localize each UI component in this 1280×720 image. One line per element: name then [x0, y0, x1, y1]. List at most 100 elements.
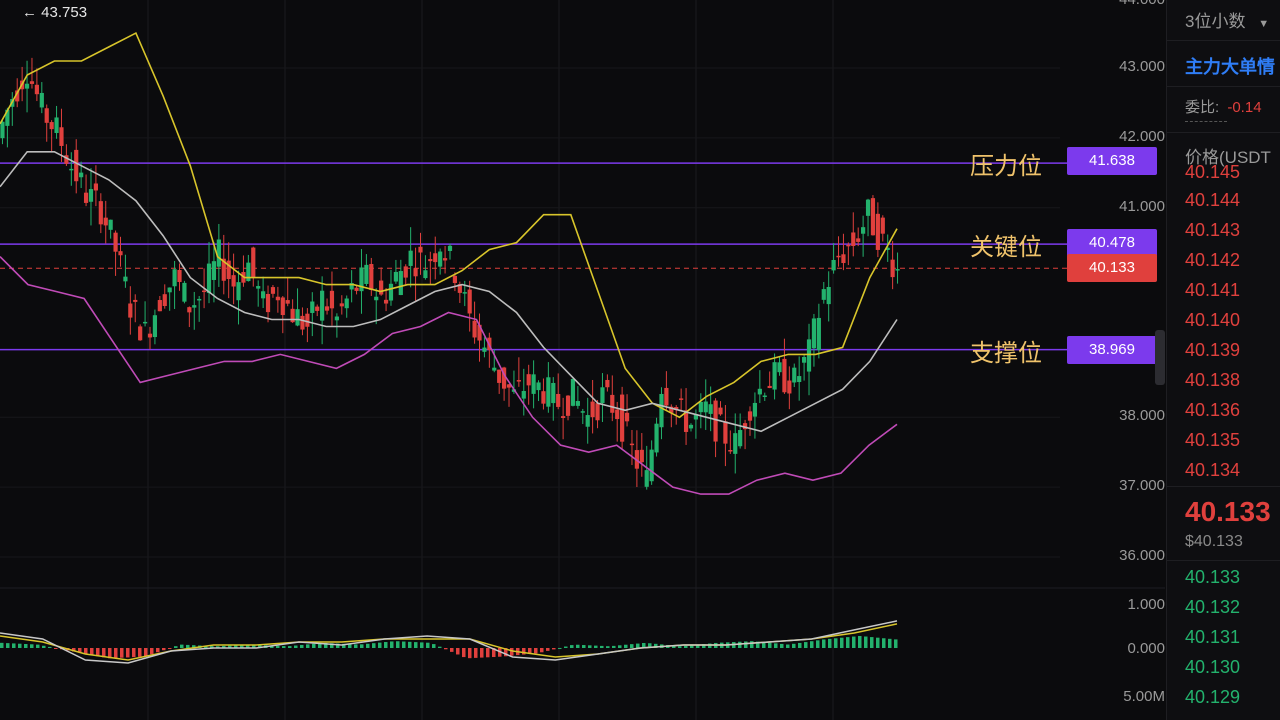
candle-body [575, 401, 580, 406]
order-ratio: 委比: -0.14 [1185, 96, 1262, 117]
candle-body [201, 290, 207, 293]
y-tick-37: 37.000 [1119, 477, 1165, 494]
candle-body [93, 183, 99, 191]
candle-body [895, 269, 900, 271]
macd-histogram-bar [420, 642, 424, 648]
macd-histogram-bar [468, 648, 472, 659]
macd-histogram-bar [162, 648, 166, 651]
candle-body [182, 282, 187, 302]
macd-tick-0: 0.000 [1127, 640, 1165, 657]
macd-histogram-bar [378, 642, 382, 648]
candle-body [438, 251, 443, 267]
order-ratio-label: 委比: [1185, 99, 1220, 116]
candle-body [747, 411, 753, 421]
y-tick-44: 44.000 [1065, 0, 1165, 8]
macd-histogram-bar [552, 648, 556, 650]
dotted-underline [1185, 121, 1227, 122]
macd-histogram-bar [858, 635, 862, 648]
ask-price[interactable]: 40.135 [1185, 430, 1240, 451]
macd-histogram-bar [522, 648, 526, 655]
macd-histogram-bar [774, 643, 778, 648]
ask-price[interactable]: 40.142 [1185, 250, 1240, 271]
candle-body [128, 303, 133, 318]
ask-price[interactable]: 40.140 [1185, 310, 1240, 331]
candle-body [757, 388, 762, 395]
candle-body [428, 259, 433, 262]
macd-histogram-bar [300, 644, 304, 648]
price-chart[interactable]: ← 43.753 44.000 43.000 42.000 41.000 38.… [0, 0, 1165, 720]
candle-body [29, 81, 35, 84]
panel-collapse-handle[interactable] [1155, 330, 1165, 385]
y-tick-42: 42.000 [1119, 128, 1165, 145]
support-level-tag: 38.969 [1067, 336, 1157, 364]
candle-body [600, 387, 605, 404]
macd-histogram-bar [396, 641, 400, 648]
key-level-name: 关键位 [970, 233, 1042, 261]
candle-body [797, 376, 802, 383]
candle-body [787, 380, 792, 394]
macd-histogram-bar [0, 642, 4, 648]
candle-body [541, 391, 546, 404]
candle-body [197, 298, 202, 301]
macd-histogram-bar [432, 644, 436, 648]
candle-body [610, 394, 615, 413]
candle-body [792, 367, 797, 383]
main-order-tab[interactable]: 主力大单情 [1185, 53, 1275, 79]
ask-price[interactable]: 40.143 [1185, 220, 1240, 241]
key-level-tag: 40.478 [1067, 229, 1157, 257]
macd-histogram-bar [852, 636, 856, 648]
candle-body [172, 269, 177, 287]
candle-body [157, 300, 162, 312]
macd-histogram-bar [54, 648, 58, 649]
candle-body [261, 291, 266, 299]
last-price-usd: $40.133 [1185, 533, 1243, 550]
macd-histogram-bar [486, 648, 490, 658]
macd-histogram-bar [864, 636, 868, 648]
ask-price[interactable]: 40.134 [1185, 460, 1240, 481]
ask-price[interactable]: 40.138 [1185, 370, 1240, 391]
candle-body [551, 382, 556, 404]
candle-body [251, 247, 256, 278]
candle-body [0, 121, 5, 139]
candle-body [442, 258, 448, 261]
macd-tick-1: 1.000 [1127, 596, 1165, 613]
macd-histogram-bar [618, 645, 622, 648]
precision-selector[interactable]: 3位小数 ▼ [1185, 7, 1269, 32]
macd-histogram-bar [582, 645, 586, 648]
ask-price[interactable]: 40.141 [1185, 280, 1240, 301]
ask-price[interactable]: 40.139 [1185, 340, 1240, 361]
candle-body [265, 293, 271, 313]
ask-price[interactable]: 40.144 [1185, 190, 1240, 211]
macd-histogram-bar [312, 643, 316, 648]
candle-body [403, 266, 408, 278]
bid-price[interactable]: 40.132 [1185, 597, 1240, 618]
macd-histogram-bar [288, 646, 292, 648]
candle-body [79, 172, 84, 178]
macd-histogram-bar [594, 645, 598, 648]
bid-price[interactable]: 40.130 [1185, 657, 1240, 678]
candle-body [521, 390, 526, 399]
candle-body [88, 189, 94, 202]
divider [1167, 40, 1280, 41]
bid-price[interactable]: 40.129 [1185, 687, 1240, 708]
ask-price[interactable]: 40.136 [1185, 400, 1240, 421]
candle-body [767, 385, 772, 389]
candle-body [880, 217, 885, 234]
macd-histogram-bar [402, 641, 406, 648]
candle-body [801, 357, 807, 363]
bid-price[interactable]: 40.131 [1185, 627, 1240, 648]
candle-body [875, 213, 880, 250]
candle-body [167, 287, 172, 293]
macd-histogram-bar [780, 643, 784, 648]
ask-price[interactable]: 40.145 [1185, 162, 1240, 183]
macd-histogram-bar [816, 640, 820, 648]
candle-body [315, 306, 320, 311]
bid-price[interactable]: 40.133 [1185, 567, 1240, 588]
macd-histogram-bar [18, 643, 22, 648]
candle-body [398, 271, 403, 296]
candle-body [570, 378, 576, 406]
candle-body [565, 395, 571, 416]
candle-body [580, 411, 585, 413]
macd-histogram-bar [282, 646, 286, 648]
candle-body [74, 149, 79, 182]
